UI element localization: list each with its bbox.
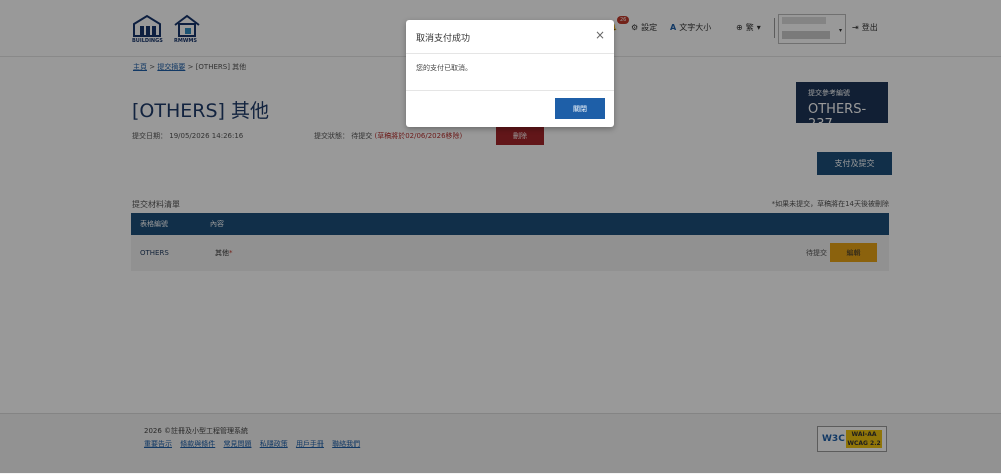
dialog-message: 您的支付已取消。 [416, 64, 472, 72]
dialog-divider [406, 53, 614, 54]
dialog-title: 取消支付成功 [416, 34, 471, 44]
dialog-divider [406, 90, 614, 91]
close-icon[interactable]: × [595, 28, 605, 42]
dialog-close-button[interactable]: 關閉 [555, 98, 605, 119]
payment-cancel-dialog: 取消支付成功 × 您的支付已取消。 關閉 [406, 20, 614, 127]
